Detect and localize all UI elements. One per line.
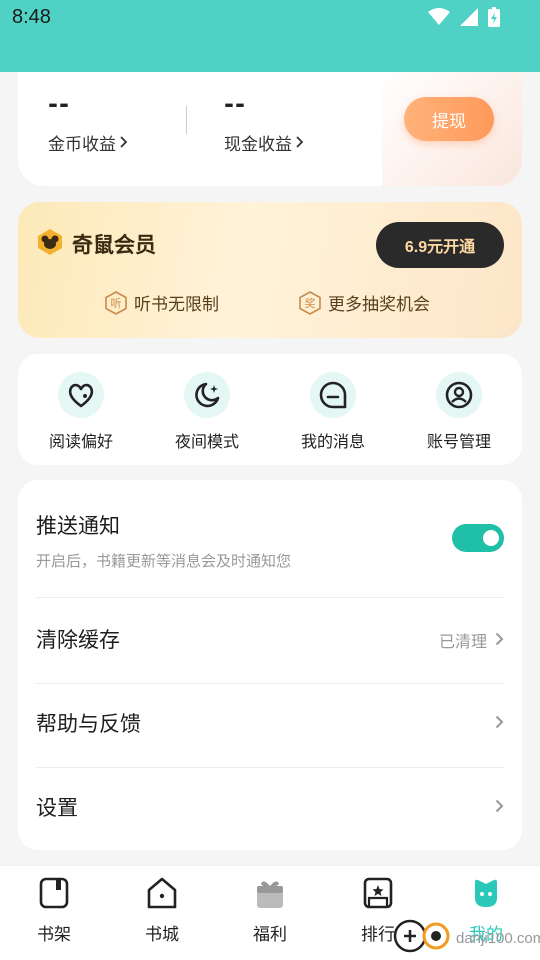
account-icon xyxy=(436,372,482,418)
tab-label: 书城 xyxy=(145,925,179,945)
clear-cache-row[interactable]: 清除缓存 已清理 xyxy=(36,624,504,656)
vip-open-button[interactable]: 6.9元开通 xyxy=(376,222,504,268)
status-icons xyxy=(428,7,500,27)
push-notification-title: 推送通知 xyxy=(36,514,120,538)
heart-icon xyxy=(58,372,104,418)
signal-icon xyxy=(460,8,478,26)
push-notification-subtitle: 开启后，书籍更新等消息会及时通知您 xyxy=(36,552,292,570)
vip-perk-audiobook: 听 听书无限制 xyxy=(104,290,219,315)
quick-night-mode[interactable]: 夜间模式 xyxy=(152,372,262,452)
earnings-divider xyxy=(186,106,187,134)
vip-perk-label: 更多抽奖机会 xyxy=(328,295,430,315)
status-bar: 8:48 xyxy=(0,0,540,72)
quick-item-label: 夜间模式 xyxy=(174,432,239,451)
profile-icon xyxy=(469,876,503,914)
quick-actions-card: 阅读偏好 夜间模式 我的消息 账号管理 xyxy=(18,354,522,465)
watermark-logo-icon xyxy=(392,918,452,958)
quick-reading-preference[interactable]: 阅读偏好 xyxy=(26,372,136,452)
chevron-right-icon xyxy=(120,133,128,153)
coin-earnings-label: 金币收益 xyxy=(48,135,116,155)
divider xyxy=(36,597,504,598)
divider xyxy=(36,683,504,684)
vip-perk-label: 听书无限制 xyxy=(134,295,219,315)
chevron-right-icon xyxy=(495,631,504,650)
wifi-icon xyxy=(428,8,450,26)
coin-earnings[interactable]: -- 金币收益 xyxy=(48,90,128,155)
quick-my-messages[interactable]: 我的消息 xyxy=(278,372,388,452)
cache-status: 已清理 xyxy=(438,632,487,651)
quick-item-label: 账号管理 xyxy=(426,432,491,451)
vip-title: 奇鼠会员 xyxy=(72,232,156,257)
tab-bookshelf[interactable]: 书架 xyxy=(0,876,108,945)
ranking-icon xyxy=(361,876,395,914)
tab-label: 福利 xyxy=(253,925,287,945)
earnings-card: -- 金币收益 -- 现金收益 提现 xyxy=(18,72,522,186)
cash-earnings-label: 现金收益 xyxy=(224,135,292,155)
push-notification-row: 推送通知 开启后，书籍更新等消息会及时通知您 xyxy=(36,510,504,580)
status-time: 8:48 xyxy=(12,6,51,28)
vip-mouse-icon xyxy=(36,228,64,260)
withdraw-button[interactable]: 提现 xyxy=(404,97,494,141)
battery-icon xyxy=(488,7,500,27)
tab-welfare[interactable]: 福利 xyxy=(216,876,324,945)
hexagon-badge-icon: 奖 xyxy=(298,290,322,315)
chevron-right-icon xyxy=(495,714,504,733)
tab-bookstore[interactable]: 书城 xyxy=(108,876,216,945)
tab-label: 排行 xyxy=(361,925,395,945)
bookstore-icon xyxy=(145,876,179,914)
chevron-right-icon xyxy=(296,133,304,153)
divider xyxy=(36,767,504,768)
hexagon-badge-icon: 听 xyxy=(104,290,128,315)
bookshelf-icon xyxy=(38,876,70,914)
quick-item-label: 阅读偏好 xyxy=(48,432,113,451)
cash-earnings[interactable]: -- 现金收益 xyxy=(224,90,304,155)
quick-item-label: 我的消息 xyxy=(300,432,365,451)
settings-title: 设置 xyxy=(36,796,78,820)
coin-earnings-value: -- xyxy=(48,90,70,118)
quick-account-management[interactable]: 账号管理 xyxy=(404,372,514,452)
cash-earnings-value: -- xyxy=(224,90,246,118)
vip-membership-card[interactable]: 奇鼠会员 6.9元开通 听 听书无限制 奖 更多抽奖机会 xyxy=(18,202,522,338)
gift-icon xyxy=(253,876,287,914)
clear-cache-title: 清除缓存 xyxy=(36,628,120,652)
watermark-text: danji100.com xyxy=(456,929,540,947)
settings-card: 推送通知 开启后，书籍更新等消息会及时通知您 清除缓存 已清理 帮助与反馈 设置 xyxy=(18,480,522,850)
message-icon xyxy=(310,372,356,418)
chevron-right-icon xyxy=(495,798,504,817)
help-feedback-title: 帮助与反馈 xyxy=(36,712,141,736)
vip-perk-lottery: 奖 更多抽奖机会 xyxy=(298,290,430,315)
moon-icon xyxy=(184,372,230,418)
tab-label: 书架 xyxy=(37,925,71,945)
push-notification-toggle[interactable] xyxy=(452,524,504,552)
watermark: danji100.com xyxy=(392,918,540,958)
help-feedback-row[interactable]: 帮助与反馈 xyxy=(36,708,504,740)
settings-row[interactable]: 设置 xyxy=(36,792,504,824)
